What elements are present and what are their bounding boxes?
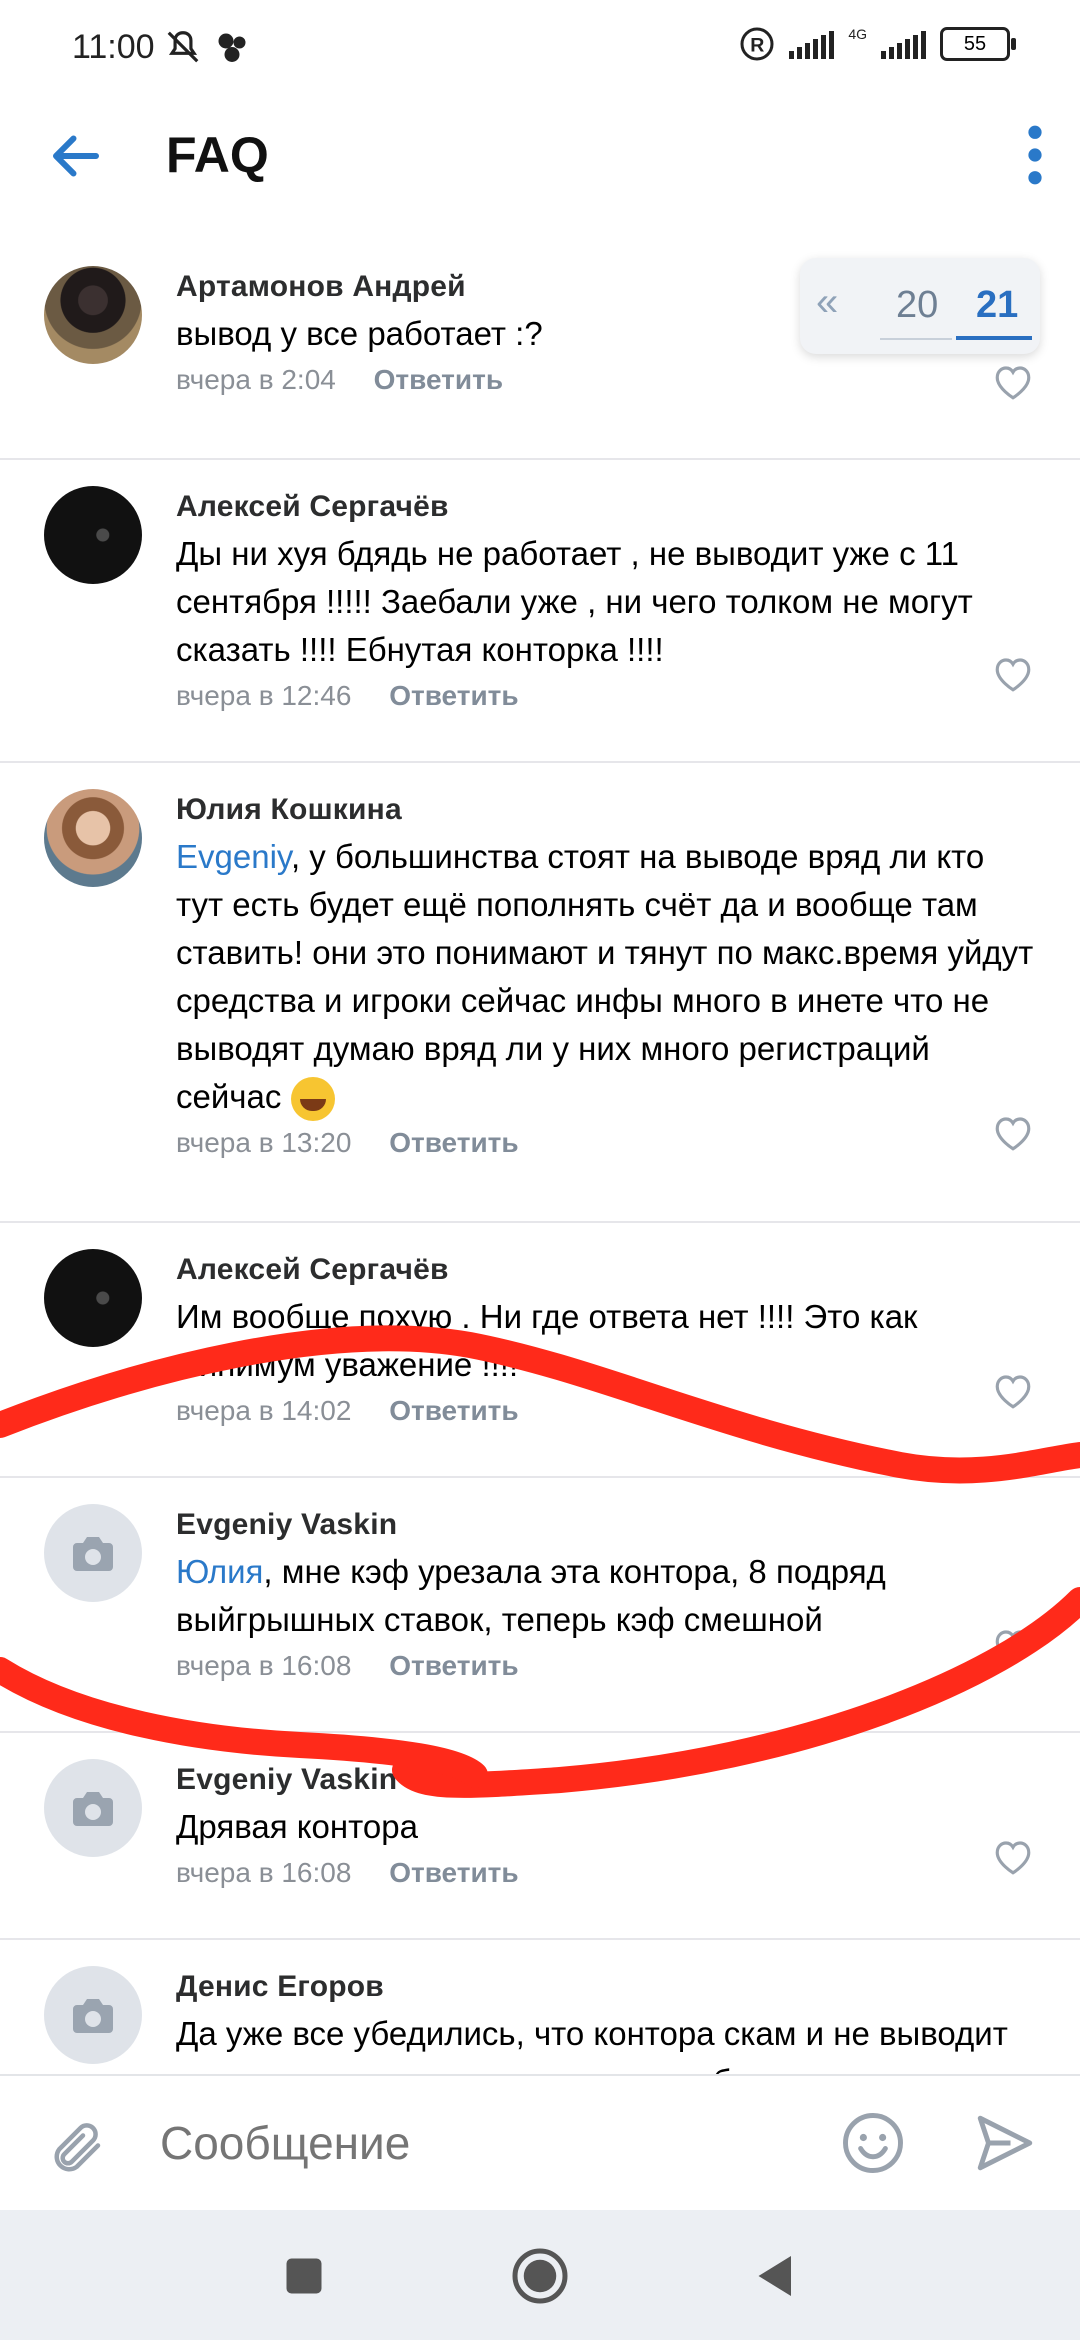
comment-author[interactable]: Evgeniy Vaskin bbox=[176, 1763, 1040, 1797]
home-circle-icon[interactable] bbox=[510, 2246, 570, 2306]
app-notification-icon bbox=[218, 33, 246, 62]
avatar[interactable] bbox=[44, 266, 142, 364]
comment-text: , мне кэф урезала эта контора, 8 подряд … bbox=[176, 1553, 886, 1638]
system-navigation-bar bbox=[0, 2210, 1080, 2340]
heart-icon[interactable] bbox=[992, 1113, 1034, 1153]
comment-text-wrap: Юлия, мне кэф урезала эта контора, 8 под… bbox=[176, 1548, 1040, 1644]
emoji-icon[interactable] bbox=[840, 2110, 906, 2176]
heart-icon[interactable] bbox=[992, 654, 1034, 694]
status-bar: 11:00 R 4G 55 bbox=[0, 0, 1080, 100]
comment-text-wrap: Evgeniy, у большинства стоят на выводе в… bbox=[176, 833, 1040, 1122]
reply-button[interactable]: Ответить bbox=[389, 1857, 518, 1888]
comment-item: Evgeniy Vaskin Юлия, мне кэф урезала эта… bbox=[0, 1478, 1080, 1733]
reply-button[interactable]: Ответить bbox=[389, 680, 518, 711]
heart-icon[interactable] bbox=[992, 362, 1034, 402]
comment-item: Алексей Сергачёв Им вообще похую . Ни гд… bbox=[0, 1223, 1080, 1478]
reply-button[interactable]: Ответить bbox=[374, 364, 503, 395]
mention-link[interactable]: Evgeniy bbox=[176, 838, 291, 875]
heart-icon[interactable] bbox=[992, 1837, 1034, 1877]
comment-time: вчера в 16:08 bbox=[176, 1650, 352, 1681]
registered-icon: R bbox=[740, 27, 774, 61]
divider bbox=[880, 338, 952, 340]
comment-text: Им вообще похую . Ни где ответа нет !!!!… bbox=[176, 1298, 918, 1383]
comment-item: Юлия Кошкина Evgeniy, у большинства стоя… bbox=[0, 763, 1080, 1223]
comment-author[interactable]: Алексей Сергачёв bbox=[176, 490, 1040, 524]
comments-list: Артамонов Андрей вывод у все работает :?… bbox=[0, 240, 1080, 2075]
comment-text: Да уже все убедились, что контора скам и… bbox=[176, 2015, 1008, 2075]
comment-author[interactable]: Юлия Кошкина bbox=[176, 793, 1040, 827]
camera-icon bbox=[73, 1999, 113, 2033]
avatar[interactable] bbox=[44, 486, 142, 584]
comment-time: вчера в 12:46 bbox=[176, 680, 352, 711]
back-triangle-icon[interactable] bbox=[746, 2246, 806, 2306]
comment-author[interactable]: Evgeniy Vaskin bbox=[176, 1508, 1040, 1542]
heart-icon[interactable] bbox=[992, 1626, 1034, 1666]
back-arrow-icon[interactable] bbox=[46, 126, 106, 186]
comment-time: вчера в 13:20 bbox=[176, 1127, 352, 1159]
send-icon[interactable] bbox=[972, 2110, 1038, 2176]
pagination-prev-button[interactable]: « bbox=[816, 280, 838, 325]
message-composer bbox=[0, 2074, 1080, 2206]
comment-item: Денис Егоров Да уже все убедились, что к… bbox=[0, 1940, 1080, 2075]
comment-time: вчера в 16:08 bbox=[176, 1857, 352, 1888]
network-type: 4G bbox=[848, 26, 867, 42]
comment-time: вчера в 2:04 bbox=[176, 364, 336, 395]
status-time: 11:00 bbox=[72, 28, 155, 66]
recents-square-icon[interactable] bbox=[274, 2246, 334, 2306]
page-title: FAQ bbox=[166, 127, 269, 183]
avatar[interactable] bbox=[44, 1759, 142, 1857]
battery-icon: 55 bbox=[940, 27, 1016, 61]
more-vertical-icon[interactable] bbox=[1020, 124, 1050, 186]
active-page-indicator bbox=[956, 336, 1032, 340]
signal-icon-2 bbox=[881, 29, 926, 59]
app-bar: FAQ bbox=[0, 100, 1080, 210]
svg-text:R: R bbox=[751, 35, 765, 57]
reply-button[interactable]: Ответить bbox=[389, 1395, 518, 1426]
comment-item: Алексей Сергачёв Ды ни хуя бдядь не рабо… bbox=[0, 460, 1080, 763]
camera-icon bbox=[73, 1792, 113, 1826]
avatar[interactable] bbox=[44, 1504, 142, 1602]
mention-link[interactable]: Юлия bbox=[176, 1553, 263, 1590]
comment-text: Ды ни хуя бдядь не работает , не выводит… bbox=[176, 535, 973, 668]
paperclip-icon[interactable] bbox=[48, 2116, 108, 2180]
avatar[interactable] bbox=[44, 1966, 142, 2064]
camera-icon bbox=[73, 1537, 113, 1571]
mute-bell-icon bbox=[167, 31, 199, 63]
message-input[interactable] bbox=[158, 2104, 802, 2182]
pagination: « 20 21 bbox=[800, 258, 1040, 354]
heart-icon[interactable] bbox=[992, 1371, 1034, 1411]
signal-icon bbox=[789, 29, 835, 59]
pagination-page-active[interactable]: 21 bbox=[976, 284, 1018, 327]
pagination-page[interactable]: 20 bbox=[896, 284, 938, 327]
avatar[interactable] bbox=[44, 1249, 142, 1347]
comment-author[interactable]: Денис Егоров bbox=[176, 1970, 1040, 2004]
comment-text: , у большинства стоят на выводе вряд ли … bbox=[176, 838, 1034, 1115]
avatar[interactable] bbox=[44, 789, 142, 887]
comment-text: Дрявая контора bbox=[176, 1808, 418, 1845]
comment-item: Evgeniy Vaskin Дрявая контора вчера в 16… bbox=[0, 1733, 1080, 1940]
comment-author[interactable]: Алексей Сергачёв bbox=[176, 1253, 1040, 1287]
laughing-emoji-icon bbox=[290, 1077, 335, 1122]
reply-button[interactable]: Ответить bbox=[389, 1650, 518, 1681]
reply-button[interactable]: Ответить bbox=[389, 1127, 518, 1158]
comment-time: вчера в 14:02 bbox=[176, 1395, 352, 1426]
